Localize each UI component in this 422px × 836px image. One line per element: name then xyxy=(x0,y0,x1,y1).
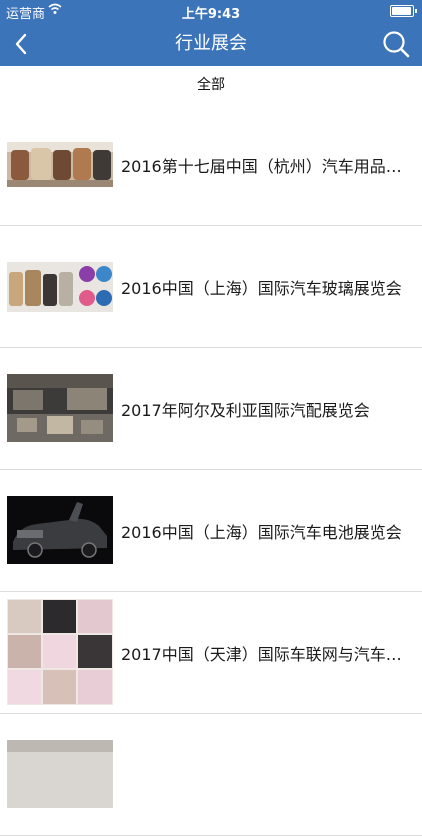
status-time: 上午9:43 xyxy=(181,7,241,22)
exhibition-thumbnail xyxy=(7,262,113,312)
list-item[interactable]: 2016第十七届中国（杭州）汽车用品展览会 xyxy=(0,104,422,226)
list-item[interactable]: 2016中国（上海）国际汽车玻璃展览会 xyxy=(0,226,422,348)
exhibition-title: 2016中国（上海）国际汽车玻璃展览会 xyxy=(121,278,402,298)
search-icon[interactable] xyxy=(380,28,412,60)
exhibition-thumbnail xyxy=(7,599,113,705)
list-item[interactable]: 2016中国（上海）国际汽车电池展览会 xyxy=(0,470,422,592)
nav-bar: 行业展会 xyxy=(0,22,422,66)
filter-label: 全部 xyxy=(197,77,225,93)
exhibition-thumbnail xyxy=(7,496,113,564)
exhibition-list: 2016第十七届中国（杭州）汽车用品展览会 2016中国（上海）国际汽车玻璃展览… xyxy=(0,104,422,836)
exhibition-title: 2016第十七届中国（杭州）汽车用品展览会 xyxy=(121,156,408,176)
chevron-left-icon[interactable] xyxy=(8,30,36,58)
exhibition-title: 2017年阿尔及利亚国际汽配展览会 xyxy=(121,400,370,420)
exhibition-thumbnail xyxy=(7,740,113,808)
exhibition-thumbnail xyxy=(7,142,113,187)
category-filter[interactable]: 全部 xyxy=(0,66,422,105)
list-item[interactable]: 2017中国（天津）国际车联网与汽车电子展览会 xyxy=(0,592,422,714)
battery-icon xyxy=(390,5,417,17)
status-bar: 运营商 上午9:43 xyxy=(0,0,422,22)
exhibition-title: 2016中国（上海）国际汽车电池展览会 xyxy=(121,522,402,542)
list-item[interactable]: 2017年阿尔及利亚国际汽配展览会 xyxy=(0,348,422,470)
list-item-partial[interactable] xyxy=(0,714,422,836)
exhibition-thumbnail xyxy=(7,374,113,442)
page-title: 行业展会 xyxy=(175,33,247,54)
exhibition-title: 2017中国（天津）国际车联网与汽车电子展览会 xyxy=(121,644,408,664)
